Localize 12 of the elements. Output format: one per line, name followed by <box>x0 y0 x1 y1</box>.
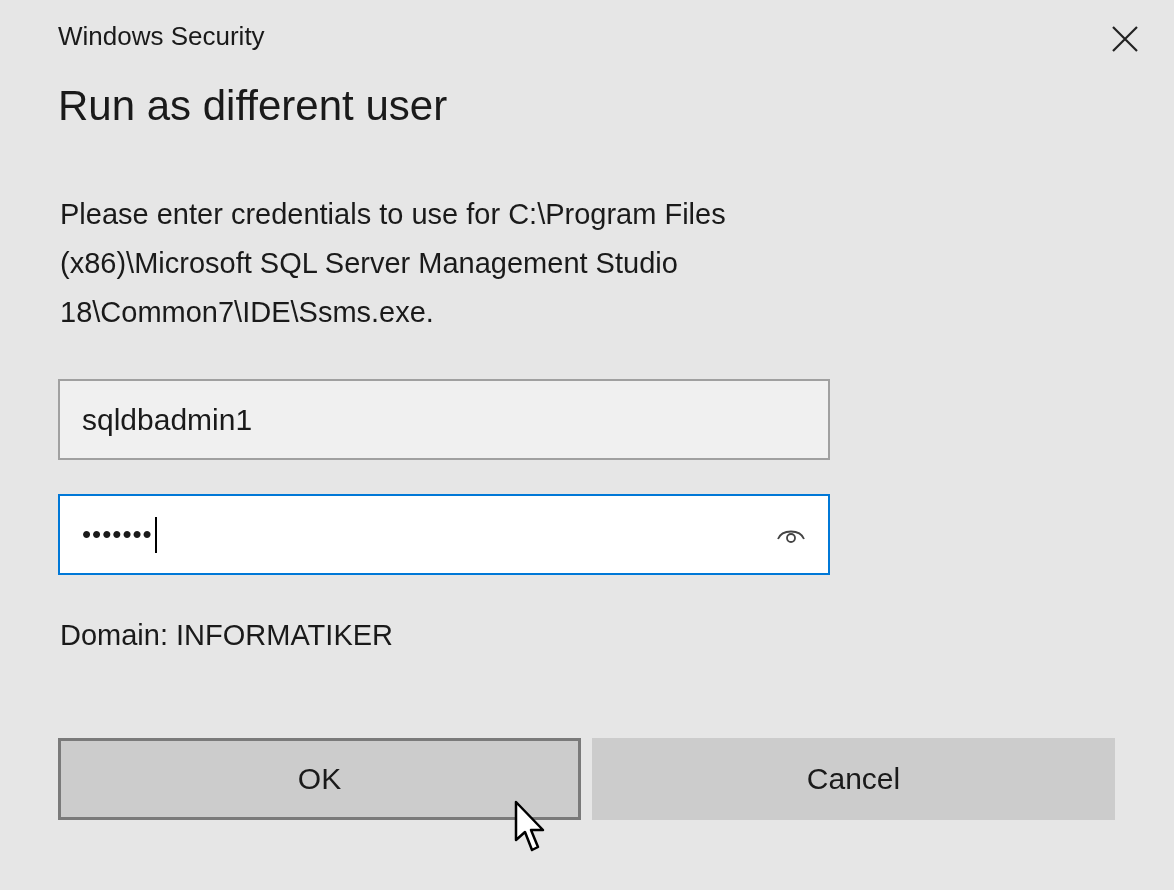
text-caret-icon <box>154 516 157 553</box>
password-field[interactable]: ••••••• <box>58 494 830 575</box>
message-text: Please enter credentials to use for C:\Program Files (x86)\Microsoft SQL Server Management Studio 18\Common7\IDE\Ssms.exe. <box>60 197 727 330</box>
dialog-heading: Run as different user <box>58 82 449 130</box>
close-icon[interactable] <box>1112 26 1138 52</box>
password-value: ••••••• <box>82 519 153 550</box>
domain-label: Domain: INFORMATIKER <box>60 619 394 652</box>
dialog-button[interactable]: Cancel <box>592 738 1115 820</box>
window-title: Windows Security <box>58 20 265 52</box>
username-field[interactable]: sqldbadmin1 <box>58 379 830 460</box>
username-value: sqldbadmin1 <box>82 402 253 437</box>
dialog-button[interactable]: OK <box>58 738 581 820</box>
